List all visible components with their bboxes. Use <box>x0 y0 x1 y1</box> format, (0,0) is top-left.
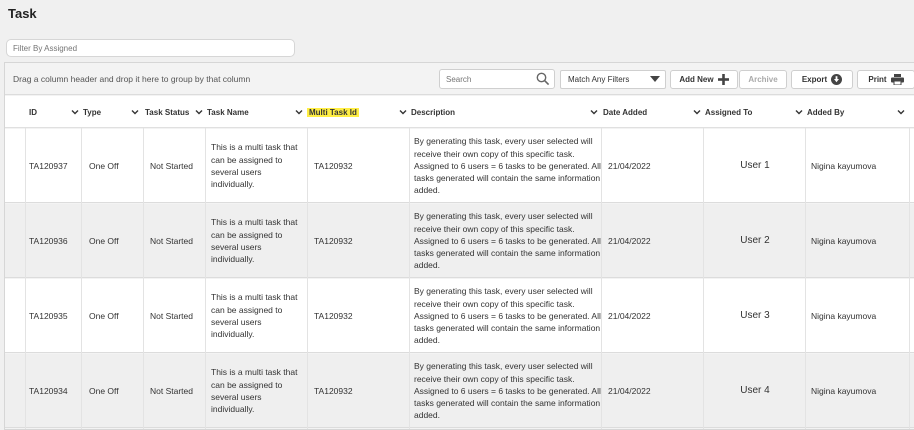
cell-task-name: This is a multi task that can be assigne… <box>211 367 298 415</box>
grid-toolbar: Drag a column header and drop it here to… <box>5 63 914 95</box>
export-button[interactable]: Export <box>791 70 853 89</box>
column-label: Type <box>83 107 102 117</box>
column-label: Assigned To <box>705 107 753 117</box>
column-label: Added By <box>807 107 845 117</box>
column-divider <box>909 128 910 429</box>
cell-multi-task-id: TA120932 <box>314 310 353 321</box>
filter-by-assigned-input[interactable] <box>6 39 295 57</box>
group-by-drop-zone[interactable]: Drag a column header and drop it here to… <box>13 74 250 84</box>
column-label: ID <box>29 107 37 117</box>
grid-header: ID Type Task Status Task Name Multi Task… <box>5 96 914 128</box>
cell-assigned-to: User 4 <box>740 384 770 396</box>
column-header-description[interactable]: Description <box>409 96 601 128</box>
chevron-down-icon[interactable] <box>295 108 303 116</box>
cell-status: Not Started <box>150 235 193 246</box>
cell-multi-task-id: TA120932 <box>314 160 353 171</box>
chevron-down-icon[interactable] <box>195 108 203 116</box>
table-row[interactable]: TA120937 One Off Not Started This is a m… <box>5 129 914 203</box>
cell-date-added: 21/04/2022 <box>608 310 651 321</box>
search-icon[interactable] <box>536 72 550 86</box>
plus-icon <box>717 74 729 85</box>
chevron-down-icon[interactable] <box>795 108 803 116</box>
export-label: Export <box>801 75 828 84</box>
column-label: Task Name <box>207 107 249 117</box>
cell-status: Not Started <box>150 160 193 171</box>
column-divider <box>205 128 206 429</box>
cell-added-by: Nigina kayumova <box>811 310 877 321</box>
archive-button[interactable]: Archive <box>739 70 787 89</box>
add-new-label: Add New <box>679 75 714 84</box>
cell-description: By generating this task, every user sele… <box>414 361 601 421</box>
column-header-multi-task-id[interactable]: Multi Task Id <box>307 96 411 128</box>
cell-added-by: Nigina kayumova <box>811 235 877 246</box>
column-header-id[interactable]: ID <box>27 96 83 128</box>
cell-task-name: This is a multi task that can be assigne… <box>211 292 298 340</box>
column-header-task-status[interactable]: Task Status <box>143 96 205 128</box>
download-icon <box>831 74 843 85</box>
cell-task-name: This is a multi task that can be assigne… <box>211 217 298 265</box>
cell-description: By generating this task, every user sele… <box>414 211 601 271</box>
column-divider <box>25 128 26 429</box>
column-divider <box>805 128 806 429</box>
cell-type: One Off <box>89 235 119 246</box>
cell-description: By generating this task, every user sele… <box>414 286 601 346</box>
chevron-down-icon[interactable] <box>399 108 407 116</box>
printer-icon <box>890 74 904 85</box>
cell-id: TA120937 <box>29 160 68 171</box>
column-label: Date Added <box>603 107 648 117</box>
column-label-highlighted: Multi Task Id <box>307 107 359 117</box>
add-new-button[interactable]: Add New <box>670 70 738 89</box>
column-header-added-by[interactable]: Added By <box>805 96 909 128</box>
column-header-type[interactable]: Type <box>81 96 143 128</box>
column-label: Task Status <box>145 107 190 117</box>
chevron-down-icon[interactable] <box>131 108 139 116</box>
column-label: Description <box>411 107 456 117</box>
cell-assigned-to: User 2 <box>740 234 770 246</box>
cell-date-added: 21/04/2022 <box>608 235 651 246</box>
cell-assigned-to: User 1 <box>740 159 770 171</box>
table-row[interactable]: TA120936 One Off Not Started This is a m… <box>5 204 914 278</box>
column-header-date-added[interactable]: Date Added <box>601 96 705 128</box>
cell-date-added: 21/04/2022 <box>608 160 651 171</box>
match-filter-value: Match Any Filters <box>568 75 630 84</box>
column-divider <box>81 128 82 429</box>
match-filter-select[interactable]: Match Any Filters <box>560 70 666 89</box>
column-header-assigned-to[interactable]: Assigned To <box>703 96 807 128</box>
cell-status: Not Started <box>150 385 193 396</box>
cell-status: Not Started <box>150 310 193 321</box>
cell-type: One Off <box>89 160 119 171</box>
cell-id: TA120934 <box>29 385 68 396</box>
cell-type: One Off <box>89 310 119 321</box>
cell-multi-task-id: TA120932 <box>314 235 353 246</box>
archive-label: Archive <box>748 75 778 84</box>
cell-task-name: This is a multi task that can be assigne… <box>211 142 298 190</box>
table-row[interactable]: TA120934 One Off Not Started This is a m… <box>5 354 914 428</box>
column-divider <box>703 128 704 429</box>
column-divider <box>601 128 602 429</box>
cell-multi-task-id: TA120932 <box>314 385 353 396</box>
cell-id: TA120935 <box>29 310 68 321</box>
task-grid: Drag a column header and drop it here to… <box>4 62 914 430</box>
page-title: Task <box>8 6 37 21</box>
column-header-task-name[interactable]: Task Name <box>205 96 309 128</box>
print-button[interactable]: Print <box>857 70 914 89</box>
cell-type: One Off <box>89 385 119 396</box>
print-label: Print <box>868 75 887 84</box>
table-row[interactable]: TA120935 One Off Not Started This is a m… <box>5 279 914 353</box>
chevron-down-icon[interactable] <box>897 108 905 116</box>
column-divider <box>409 128 410 429</box>
cell-date-added: 21/04/2022 <box>608 385 651 396</box>
column-divider <box>307 128 308 429</box>
cell-assigned-to: User 3 <box>740 309 770 321</box>
cell-added-by: Nigina kayumova <box>811 160 877 171</box>
column-divider <box>143 128 144 429</box>
cell-id: TA120936 <box>29 235 68 246</box>
chevron-down-icon[interactable] <box>71 108 79 116</box>
cell-description: By generating this task, every user sele… <box>414 136 601 196</box>
chevron-down-icon[interactable] <box>590 108 598 116</box>
cell-added-by: Nigina kayumova <box>811 385 877 396</box>
chevron-down-icon[interactable] <box>693 108 701 116</box>
dropdown-arrow-icon <box>650 76 660 82</box>
